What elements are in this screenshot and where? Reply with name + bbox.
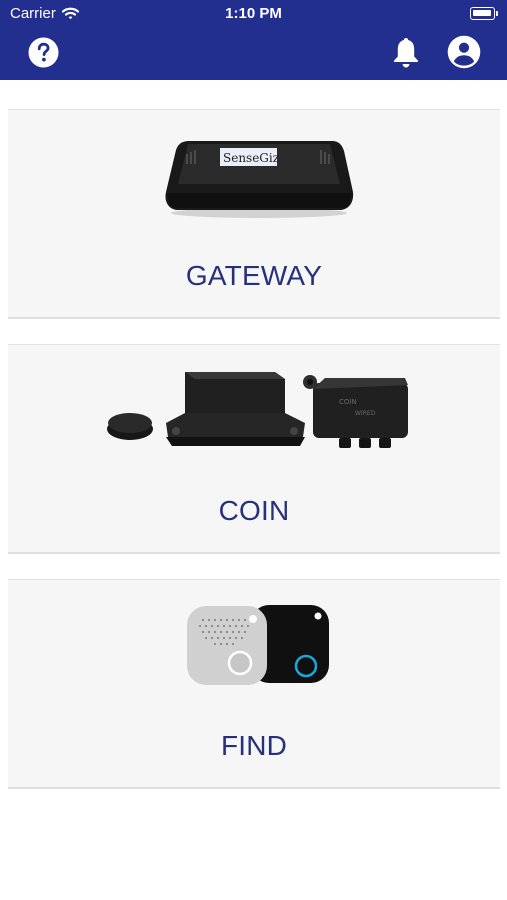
gateway-device-image: SenseGiz (165, 141, 354, 218)
bell-icon (394, 38, 418, 68)
notifications-button[interactable] (390, 35, 422, 69)
status-time: 1:10 PM (225, 5, 282, 22)
app-header: Carrier 1:10 PM (0, 0, 507, 80)
find-tags-image (187, 605, 329, 685)
profile-button[interactable] (447, 35, 481, 69)
coin-label: COIN (218, 495, 290, 526)
question-circle-icon (28, 37, 59, 68)
svg-text:COIN: COIN (339, 398, 357, 406)
svg-text:SenseGiz: SenseGiz (223, 151, 279, 165)
gateway-card[interactable]: SenseGiz GATEWAY (8, 109, 500, 319)
gateway-label: GATEWAY (185, 260, 323, 291)
find-card[interactable]: FIND (8, 579, 500, 789)
battery-icon (470, 7, 498, 20)
help-button[interactable] (28, 37, 59, 68)
user-circle-icon (447, 35, 481, 69)
svg-text:WIRED: WIRED (355, 410, 376, 417)
coin-devices-image: COIN WIRED (107, 372, 408, 448)
coin-card[interactable]: COIN WIRED COIN (8, 344, 500, 554)
status-bar: Carrier 1:10 PM (0, 0, 507, 28)
find-label: FIND (220, 730, 288, 761)
